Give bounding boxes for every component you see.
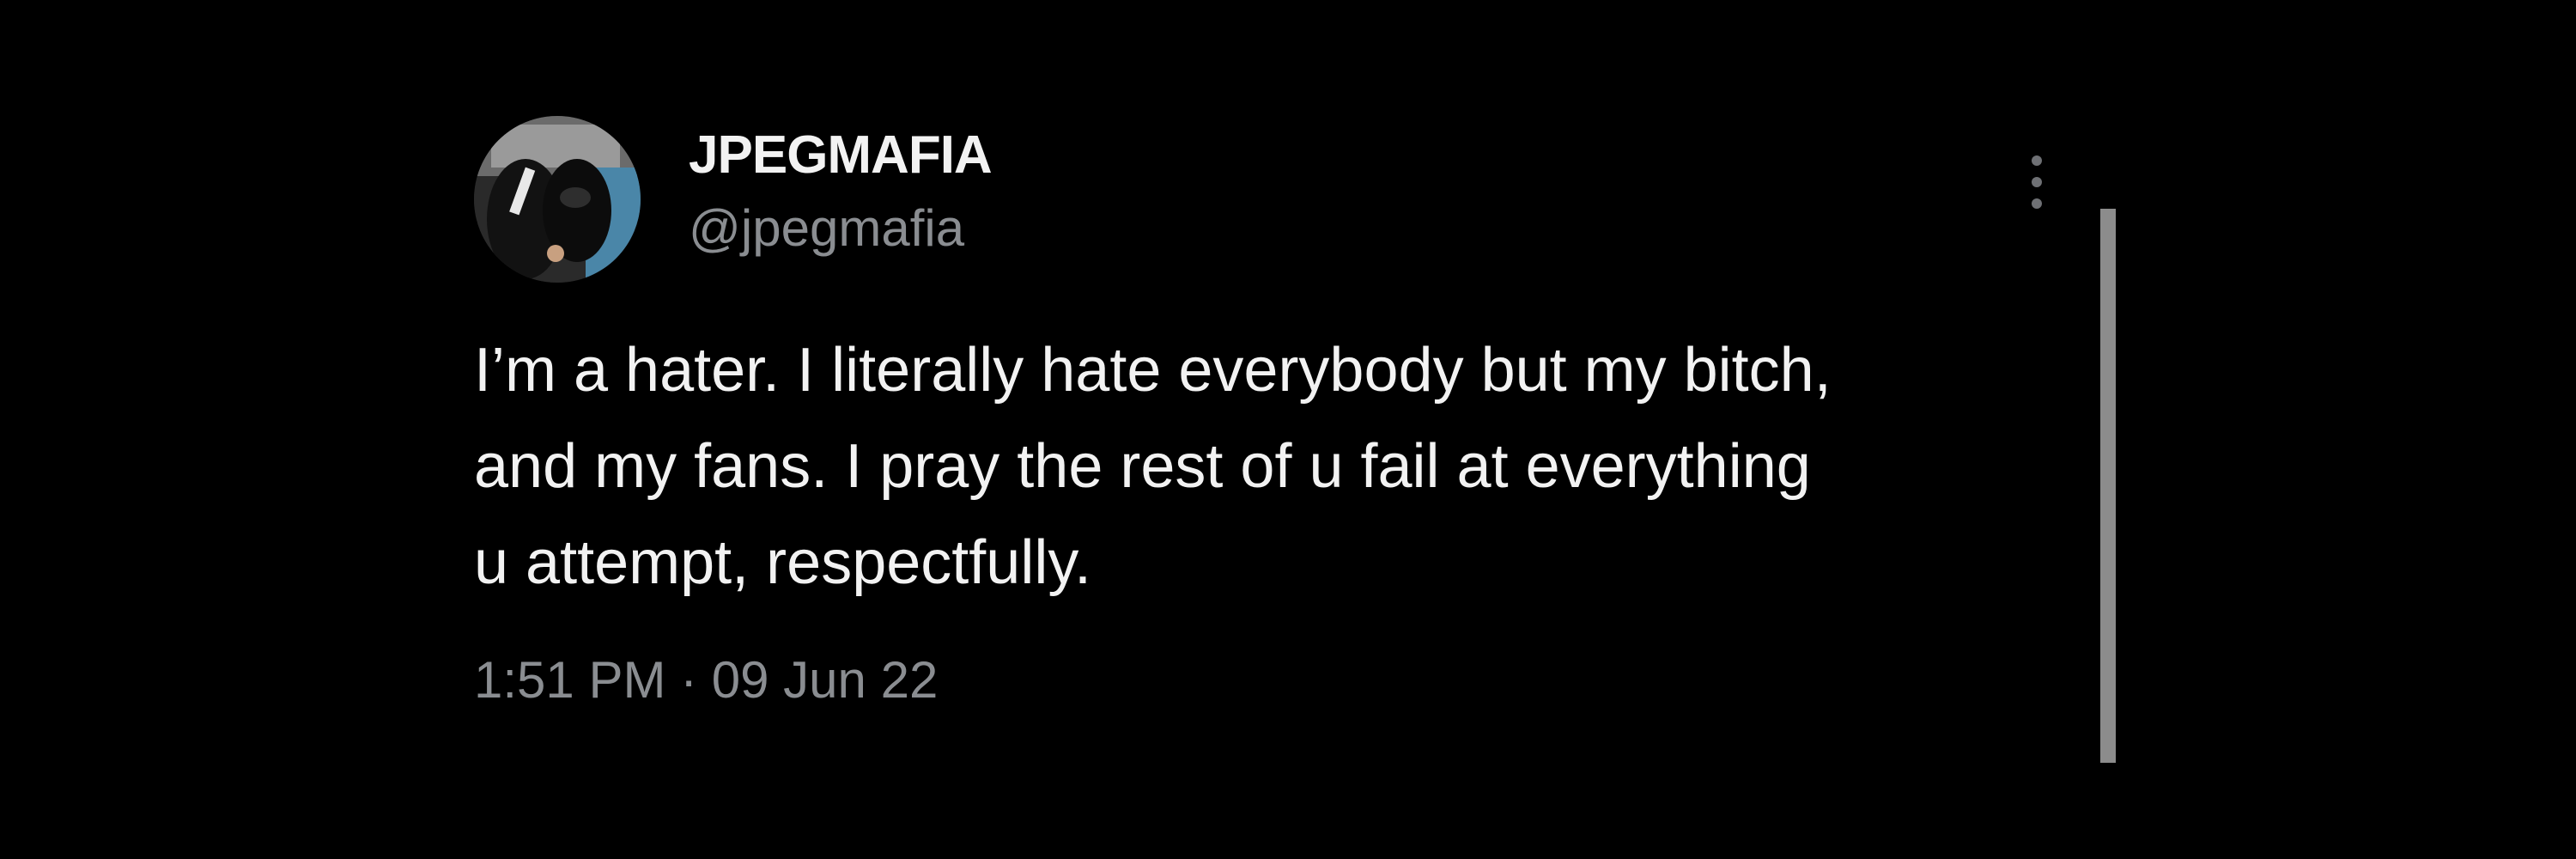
tweet-text: I’m a hater. I literally hate everybody … [474,336,1832,597]
timestamp[interactable]: 1:51 PM · 09 Jun 22 [474,650,938,710]
scrollbar[interactable] [2100,209,2116,763]
more-dot [2032,155,2042,166]
handle[interactable]: @jpegmafia [689,198,964,258]
tweet-card: JPEGMAFIA @jpegmafia I’m a hater. I lite… [474,116,2123,752]
more-options-icon[interactable] [2020,155,2054,216]
profile-photo-icon [474,116,641,283]
more-dot [2032,198,2042,209]
display-name[interactable]: JPEGMAFIA [689,125,993,186]
more-dot [2032,177,2042,187]
avatar[interactable] [474,116,641,283]
